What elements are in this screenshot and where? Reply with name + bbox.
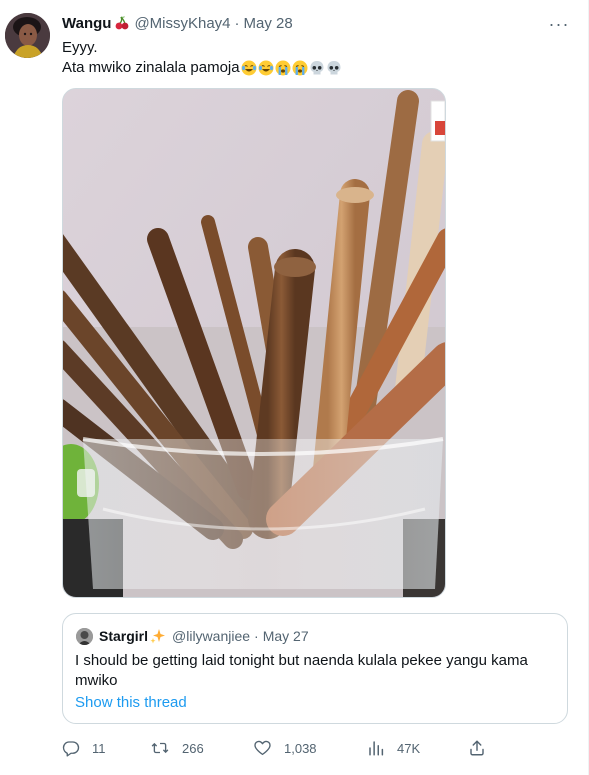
separator: · bbox=[254, 628, 259, 644]
show-thread-link[interactable]: Show this thread bbox=[75, 694, 187, 711]
share-icon bbox=[470, 740, 484, 756]
quoted-author-name: Stargirl bbox=[99, 628, 149, 644]
views-count: 47K bbox=[397, 740, 421, 756]
views-chart-icon bbox=[369, 741, 384, 756]
retweet-button[interactable]: 266 bbox=[150, 738, 204, 758]
tweet-text: Eyyy. Ata mwiko zinalala pamoja bbox=[62, 38, 562, 78]
tweet-text-content: Ata mwiko zinalala pamoja bbox=[62, 59, 240, 76]
reply-icon bbox=[62, 741, 80, 757]
quoted-author-avatar bbox=[76, 627, 93, 645]
cherry-icon bbox=[114, 15, 130, 31]
share-button[interactable] bbox=[468, 738, 498, 758]
retweet-count: 266 bbox=[182, 740, 204, 756]
quoted-tweet-header: Stargirl @lilywanjiee · May 27 bbox=[76, 627, 309, 645]
heart-icon bbox=[254, 740, 271, 756]
more-options-icon[interactable]: ··· bbox=[548, 14, 570, 34]
like-count: 1,038 bbox=[284, 740, 317, 756]
tweet-actions-bar: 11 266 1,038 47K bbox=[62, 738, 492, 758]
quoted-tweet[interactable]: Stargirl @lilywanjiee · May 27 I should … bbox=[62, 613, 568, 724]
tweet-date[interactable]: May 28 bbox=[244, 15, 293, 32]
author-avatar[interactable] bbox=[5, 13, 50, 58]
tweet-text-line-2: Ata mwiko zinalala pamoja bbox=[62, 58, 562, 78]
reply-button[interactable]: 11 bbox=[62, 738, 106, 758]
tweet-header: Wangu @MissyKhay4 · May 28 bbox=[62, 13, 293, 33]
reply-count: 11 bbox=[92, 740, 106, 756]
skull-emoji-icon bbox=[326, 60, 342, 76]
emoji-row bbox=[241, 60, 342, 76]
quoted-tweet-date: May 27 bbox=[262, 628, 309, 644]
sparkles-icon bbox=[150, 628, 166, 644]
joy-emoji-icon bbox=[258, 60, 274, 76]
crying-emoji-icon bbox=[275, 60, 291, 76]
quoted-author-handle: @lilywanjiee bbox=[172, 628, 251, 644]
separator: · bbox=[234, 14, 240, 32]
quoted-tweet-text: I should be getting laid tonight but nae… bbox=[75, 652, 528, 689]
tweet-card[interactable]: Wangu @MissyKhay4 · May 28 ··· Eyyy. Ata… bbox=[0, 0, 589, 775]
crying-emoji-icon bbox=[292, 60, 308, 76]
retweet-icon bbox=[151, 742, 169, 754]
like-button[interactable]: 1,038 bbox=[253, 738, 317, 758]
tweet-text-line-1: Eyyy. bbox=[62, 39, 98, 56]
tweet-photo[interactable] bbox=[62, 88, 446, 598]
skull-emoji-icon bbox=[309, 60, 325, 76]
views-button[interactable]: 47K bbox=[367, 738, 420, 758]
joy-emoji-icon bbox=[241, 60, 257, 76]
author-handle[interactable]: @MissyKhay4 bbox=[134, 15, 230, 32]
author-name[interactable]: Wangu bbox=[62, 15, 111, 32]
